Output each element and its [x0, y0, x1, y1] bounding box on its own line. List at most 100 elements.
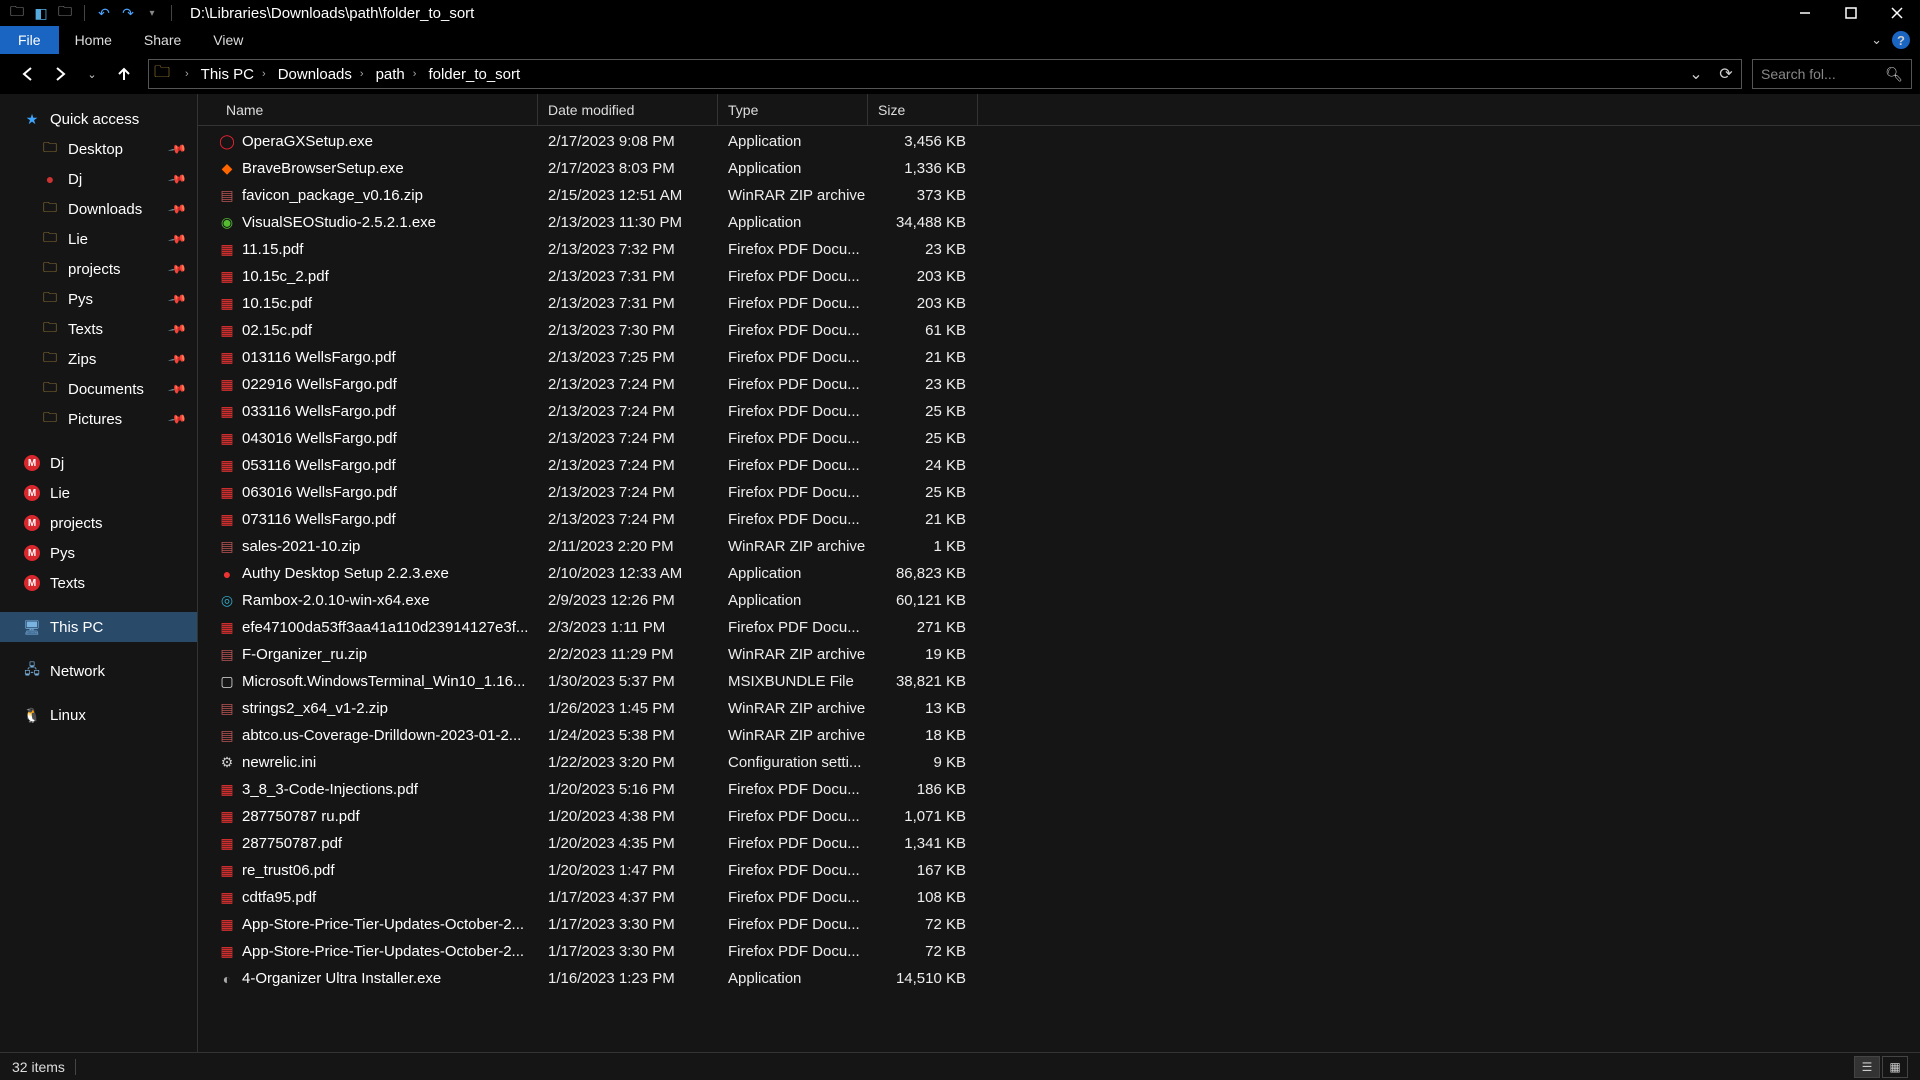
- file-row[interactable]: ▦cdtfa95.pdf1/17/2023 4:37 PMFirefox PDF…: [198, 884, 1920, 911]
- file-date: 2/13/2023 7:24 PM: [538, 376, 718, 393]
- view-details-button[interactable]: ☰: [1854, 1056, 1880, 1078]
- file-row[interactable]: ▤favicon_package_v0.16.zip2/15/2023 12:5…: [198, 182, 1920, 209]
- sidebar-mega-projects[interactable]: Mprojects: [0, 508, 197, 538]
- search-icon[interactable]: 🔍︎: [1885, 66, 1903, 83]
- maximize-button[interactable]: [1828, 0, 1874, 26]
- tab-file[interactable]: File: [0, 26, 59, 54]
- column-header-name[interactable]: Name: [216, 94, 538, 125]
- file-row[interactable]: ▦3_8_3-Code-Injections.pdf1/20/2023 5:16…: [198, 776, 1920, 803]
- sidebar-item-label: Texts: [68, 321, 103, 338]
- qat-undo-icon[interactable]: ↶: [95, 4, 113, 22]
- sidebar-item-downloads[interactable]: 🗀Downloads📌: [0, 194, 197, 224]
- file-row[interactable]: ▦063016 WellsFargo.pdf2/13/2023 7:24 PMF…: [198, 479, 1920, 506]
- tab-share[interactable]: Share: [128, 26, 197, 54]
- tab-home[interactable]: Home: [59, 26, 128, 54]
- tab-view[interactable]: View: [197, 26, 259, 54]
- file-row[interactable]: ▦re_trust06.pdf1/20/2023 1:47 PMFirefox …: [198, 857, 1920, 884]
- file-row[interactable]: ●Authy Desktop Setup 2.2.3.exe2/10/2023 …: [198, 560, 1920, 587]
- file-row[interactable]: ▦10.15c.pdf2/13/2023 7:31 PMFirefox PDF …: [198, 290, 1920, 317]
- breadcrumb-path[interactable]: path›: [374, 66, 427, 83]
- nav-recent-dropdown[interactable]: ⌄: [78, 60, 106, 88]
- ribbon-collapse-icon[interactable]: ⌄: [1871, 32, 1882, 48]
- file-row[interactable]: ◉VisualSEOStudio-2.5.2.1.exe2/13/2023 11…: [198, 209, 1920, 236]
- nav-back-button[interactable]: [14, 60, 42, 88]
- file-row[interactable]: ▦287750787 ru.pdf1/20/2023 4:38 PMFirefo…: [198, 803, 1920, 830]
- nav-forward-button[interactable]: [46, 60, 74, 88]
- sidebar-quick-access[interactable]: ★ Quick access: [0, 104, 197, 134]
- sidebar-item-projects[interactable]: 🗀projects📌: [0, 254, 197, 284]
- sidebar-linux[interactable]: 🐧 Linux: [0, 700, 197, 730]
- qat-newfolder-icon[interactable]: 🗀: [56, 4, 74, 22]
- file-row[interactable]: ▦11.15.pdf2/13/2023 7:32 PMFirefox PDF D…: [198, 236, 1920, 263]
- file-row[interactable]: ◎Rambox-2.0.10-win-x64.exe2/9/2023 12:26…: [198, 587, 1920, 614]
- nav-up-button[interactable]: [110, 60, 138, 88]
- file-row[interactable]: ▤sales-2021-10.zip2/11/2023 2:20 PMWinRA…: [198, 533, 1920, 560]
- file-row[interactable]: ▦013116 WellsFargo.pdf2/13/2023 7:25 PMF…: [198, 344, 1920, 371]
- column-header-type[interactable]: Type: [718, 94, 868, 125]
- breadcrumb-downloads[interactable]: Downloads›: [276, 66, 374, 83]
- file-row[interactable]: ▤strings2_x64_v1-2.zip1/26/2023 1:45 PMW…: [198, 695, 1920, 722]
- sidebar-item-desktop[interactable]: 🗀Desktop📌: [0, 134, 197, 164]
- file-row[interactable]: ◆BraveBrowserSetup.exe2/17/2023 8:03 PMA…: [198, 155, 1920, 182]
- folder-icon: 🗀: [40, 380, 60, 398]
- column-header-date[interactable]: Date modified: [538, 94, 718, 125]
- file-row[interactable]: ▦02.15c.pdf2/13/2023 7:30 PMFirefox PDF …: [198, 317, 1920, 344]
- chevron-right-icon[interactable]: ›: [185, 68, 189, 80]
- sidebar-this-pc[interactable]: 🖥 This PC: [0, 612, 197, 642]
- chevron-right-icon[interactable]: ›: [360, 68, 364, 80]
- file-size: 1,336 KB: [868, 160, 978, 177]
- file-date: 1/20/2023 4:38 PM: [538, 808, 718, 825]
- sidebar-item-lie[interactable]: 🗀Lie📌: [0, 224, 197, 254]
- file-icon: ●: [216, 566, 238, 582]
- sidebar-mega-pys[interactable]: MPys: [0, 538, 197, 568]
- sidebar-item-documents[interactable]: 🗀Documents📌: [0, 374, 197, 404]
- sidebar-mega-lie[interactable]: MLie: [0, 478, 197, 508]
- sidebar-item-zips[interactable]: 🗀Zips📌: [0, 344, 197, 374]
- sidebar-mega-dj[interactable]: MDj: [0, 448, 197, 478]
- qat-properties-icon[interactable]: ◧: [32, 4, 50, 22]
- address-bar[interactable]: 🗀 › This PC› Downloads› path› folder_to_…: [148, 59, 1742, 89]
- file-row[interactable]: ▦10.15c_2.pdf2/13/2023 7:31 PMFirefox PD…: [198, 263, 1920, 290]
- column-header-size[interactable]: Size: [868, 94, 978, 125]
- file-type: Configuration setti...: [718, 754, 868, 771]
- help-icon[interactable]: ?: [1892, 31, 1910, 49]
- refresh-button[interactable]: ⟳: [1711, 60, 1741, 88]
- file-row[interactable]: ▦App-Store-Price-Tier-Updates-October-2.…: [198, 911, 1920, 938]
- close-button[interactable]: [1874, 0, 1920, 26]
- file-name: abtco.us-Coverage-Drilldown-2023-01-2...: [238, 727, 538, 744]
- sidebar-network[interactable]: 🖧 Network: [0, 656, 197, 686]
- file-date: 1/17/2023 3:30 PM: [538, 916, 718, 933]
- file-row[interactable]: ▦efe47100da53ff3aa41a110d23914127e3f...2…: [198, 614, 1920, 641]
- minimize-button[interactable]: [1782, 0, 1828, 26]
- file-row[interactable]: ◯OperaGXSetup.exe2/17/2023 9:08 PMApplic…: [198, 128, 1920, 155]
- sidebar-item-dj[interactable]: ●Dj📌: [0, 164, 197, 194]
- qat-dropdown-icon[interactable]: ▾: [143, 4, 161, 22]
- file-row[interactable]: ▦073116 WellsFargo.pdf2/13/2023 7:24 PMF…: [198, 506, 1920, 533]
- address-history-dropdown[interactable]: ⌄: [1681, 60, 1711, 88]
- chevron-right-icon[interactable]: ›: [413, 68, 417, 80]
- file-row[interactable]: ▦053116 WellsFargo.pdf2/13/2023 7:24 PMF…: [198, 452, 1920, 479]
- breadcrumb-this-pc[interactable]: This PC›: [199, 66, 276, 83]
- search-input[interactable]: Search fol... 🔍︎: [1752, 59, 1912, 89]
- sidebar-mega-texts[interactable]: MTexts: [0, 568, 197, 598]
- file-row[interactable]: ▦App-Store-Price-Tier-Updates-October-2.…: [198, 938, 1920, 965]
- sidebar-item-texts[interactable]: 🗀Texts📌: [0, 314, 197, 344]
- breadcrumb-current[interactable]: folder_to_sort: [426, 66, 522, 83]
- file-row[interactable]: ▦022916 WellsFargo.pdf2/13/2023 7:24 PMF…: [198, 371, 1920, 398]
- qat-redo-icon[interactable]: ↷: [119, 4, 137, 22]
- file-row[interactable]: ▢Microsoft.WindowsTerminal_Win10_1.16...…: [198, 668, 1920, 695]
- chevron-right-icon[interactable]: ›: [262, 68, 266, 80]
- file-size: 25 KB: [868, 403, 978, 420]
- file-row[interactable]: ▦287750787.pdf1/20/2023 4:35 PMFirefox P…: [198, 830, 1920, 857]
- sidebar-item-pictures[interactable]: 🗀Pictures📌: [0, 404, 197, 434]
- file-row[interactable]: ▤abtco.us-Coverage-Drilldown-2023-01-2..…: [198, 722, 1920, 749]
- file-row[interactable]: ⚙newrelic.ini1/22/2023 3:20 PMConfigurat…: [198, 749, 1920, 776]
- file-type: Firefox PDF Docu...: [718, 484, 868, 501]
- file-size: 9 KB: [868, 754, 978, 771]
- file-row[interactable]: ▤F-Organizer_ru.zip2/2/2023 11:29 PMWinR…: [198, 641, 1920, 668]
- sidebar-item-pys[interactable]: 🗀Pys📌: [0, 284, 197, 314]
- file-row[interactable]: ◐4-Organizer Ultra Installer.exe1/16/202…: [198, 965, 1920, 992]
- file-row[interactable]: ▦043016 WellsFargo.pdf2/13/2023 7:24 PMF…: [198, 425, 1920, 452]
- file-row[interactable]: ▦033116 WellsFargo.pdf2/13/2023 7:24 PMF…: [198, 398, 1920, 425]
- view-large-icons-button[interactable]: ▦: [1882, 1056, 1908, 1078]
